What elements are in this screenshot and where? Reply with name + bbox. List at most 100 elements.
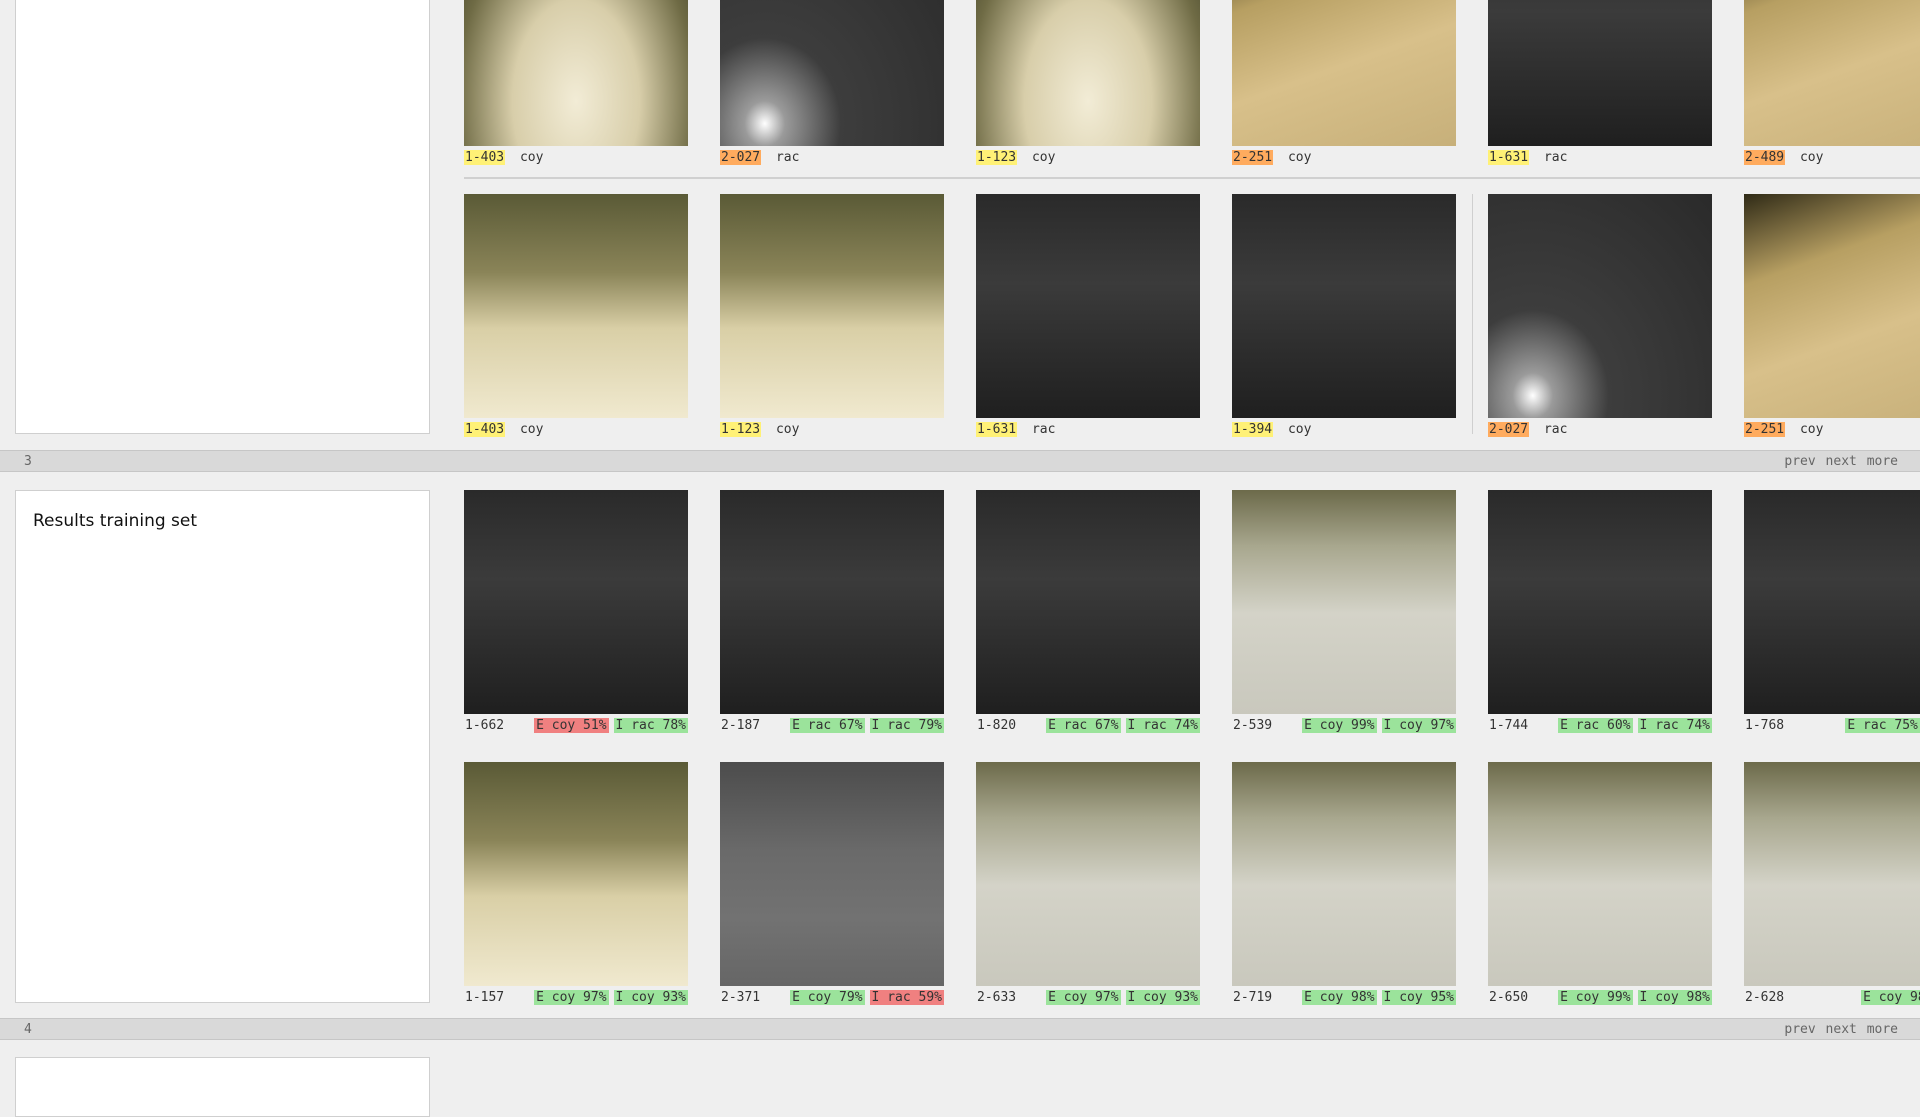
camera-trap-image[interactable]	[1232, 194, 1456, 418]
species-label: coy	[1280, 422, 1312, 437]
tile-caption: 1-403 coy	[464, 150, 688, 166]
prediction-tags: E rac 67% I rac 79%	[785, 718, 944, 734]
panel-results-training: Results training set	[15, 490, 430, 1003]
camera-trap-image[interactable]	[976, 0, 1200, 146]
camera-trap-image[interactable]	[976, 762, 1200, 986]
prediction-i-badge: I rac 79%	[869, 718, 944, 733]
result-tile[interactable]: 1-631 rac	[976, 194, 1200, 437]
tile-caption: 2-027 rac	[720, 150, 944, 166]
sample-id: 2-251	[1232, 150, 1274, 165]
camera-trap-image[interactable]	[720, 194, 944, 418]
page-number: 3	[24, 454, 32, 469]
result-tile[interactable]: 1-744 E rac 60% I rac 74%	[1488, 490, 1712, 733]
prediction-tags: E coy 99% I coy 97%	[1297, 718, 1456, 734]
camera-trap-image[interactable]	[1744, 194, 1920, 418]
result-tile[interactable]: 2-489 coy	[1744, 0, 1920, 165]
camera-trap-image[interactable]	[464, 762, 688, 986]
result-tile[interactable]: 1-403 coy	[464, 0, 688, 165]
result-tile[interactable]: 1-820 E rac 67% I rac 74%	[976, 490, 1200, 733]
camera-trap-image[interactable]	[1232, 490, 1456, 714]
prediction-i-badge: I rac 78%	[613, 718, 688, 733]
result-tile[interactable]: 2-027 rac	[720, 0, 944, 165]
panel-title: Results training set	[33, 511, 198, 531]
prev-link[interactable]: prev	[1784, 454, 1815, 469]
camera-trap-image[interactable]	[1488, 762, 1712, 986]
result-tile[interactable]: 2-251 coy	[1232, 0, 1456, 165]
result-tile[interactable]: 2-633 E coy 97% I coy 93%	[976, 762, 1200, 1005]
sample-id: 2-650	[1489, 990, 1529, 1005]
tile-caption: 1-403 coy	[464, 422, 688, 438]
sample-id: 2-371	[721, 990, 761, 1005]
species-label: coy	[512, 422, 544, 437]
result-tile[interactable]: 2-628 E coy 98%I c	[1744, 762, 1920, 1005]
result-tile[interactable]: 2-719 E coy 98% I coy 95%	[1232, 762, 1456, 1005]
next-link[interactable]: next	[1826, 1022, 1857, 1037]
tile-caption: 2-251 coy	[1232, 150, 1456, 166]
next-link[interactable]: next	[1826, 454, 1857, 469]
result-tile[interactable]: 1-768 E rac 75%I rac	[1744, 490, 1920, 733]
sample-id: 1-403	[464, 150, 506, 165]
prediction-e-badge: E coy 98%	[1302, 990, 1377, 1005]
camera-trap-image[interactable]	[1488, 490, 1712, 714]
camera-trap-image[interactable]	[1744, 0, 1920, 146]
result-tile[interactable]: 1-123 coy	[976, 0, 1200, 165]
result-tile[interactable]: 1-394 coy	[1232, 194, 1456, 437]
panel-section-3	[15, 0, 430, 434]
result-tile[interactable]: 2-539 E coy 99% I coy 97%	[1232, 490, 1456, 733]
species-label: coy	[512, 150, 544, 165]
camera-trap-image[interactable]	[1744, 490, 1920, 714]
species-label: rac	[1536, 150, 1568, 165]
result-tile[interactable]: 2-251 coy	[1744, 194, 1920, 437]
camera-trap-image[interactable]	[1232, 762, 1456, 986]
result-tile[interactable]: 1-631 rac	[1488, 0, 1712, 165]
page-number: 4	[24, 1022, 32, 1037]
column-divider	[1472, 194, 1473, 434]
prev-link[interactable]: prev	[1784, 1022, 1815, 1037]
prediction-e-badge: E rac 60%	[1558, 718, 1633, 733]
sample-id: 1-768	[1745, 718, 1785, 733]
result-tile[interactable]: 1-157 E coy 97% I coy 93%	[464, 762, 688, 1005]
prediction-tags: E coy 97% I coy 93%	[529, 990, 688, 1006]
result-tile[interactable]: 1-123 coy	[720, 194, 944, 437]
camera-trap-image[interactable]	[1488, 0, 1712, 146]
camera-trap-image[interactable]	[976, 194, 1200, 418]
prediction-e-badge: E rac 67%	[790, 718, 865, 733]
tile-caption: 2-628 E coy 98%I c	[1744, 990, 1920, 1006]
tile-caption: 1-157 E coy 97% I coy 93%	[464, 990, 688, 1006]
camera-trap-image[interactable]	[720, 490, 944, 714]
prediction-e-badge: E coy 51%	[534, 718, 609, 733]
camera-trap-image[interactable]	[464, 490, 688, 714]
prediction-e-badge: E coy 79%	[790, 990, 865, 1005]
result-tile[interactable]: 1-662 E coy 51% I rac 78%	[464, 490, 688, 733]
tile-caption: 1-123 coy	[976, 150, 1200, 166]
tile-caption: 1-123 coy	[720, 422, 944, 438]
species-label: rac	[1536, 422, 1568, 437]
more-link[interactable]: more	[1867, 1022, 1898, 1037]
prediction-e-badge: E rac 67%	[1046, 718, 1121, 733]
tile-caption: 2-251 coy	[1744, 422, 1920, 438]
sample-id: 1-157	[465, 990, 505, 1005]
sample-id: 2-719	[1233, 990, 1273, 1005]
prediction-i-badge: I rac 74%	[1125, 718, 1200, 733]
sample-id: 1-123	[976, 150, 1018, 165]
camera-trap-image[interactable]	[720, 0, 944, 146]
result-tile[interactable]: 1-403 coy	[464, 194, 688, 437]
prediction-tags: E coy 97% I coy 93%	[1041, 990, 1200, 1006]
camera-trap-image[interactable]	[464, 194, 688, 418]
tile-caption: 1-631 rac	[1488, 150, 1712, 166]
result-tile[interactable]: 2-650 E coy 99% I coy 98%	[1488, 762, 1712, 1005]
camera-trap-image[interactable]	[976, 490, 1200, 714]
sample-id: 2-633	[977, 990, 1017, 1005]
result-tile[interactable]: 2-027 rac	[1488, 194, 1712, 437]
camera-trap-image[interactable]	[720, 762, 944, 986]
camera-trap-image[interactable]	[1744, 762, 1920, 986]
sample-id: 1-631	[976, 422, 1018, 437]
camera-trap-image[interactable]	[1232, 0, 1456, 146]
camera-trap-image[interactable]	[464, 0, 688, 146]
prediction-i-badge: I coy 95%	[1381, 990, 1456, 1005]
more-link[interactable]: more	[1867, 454, 1898, 469]
sample-id: 2-489	[1744, 150, 1786, 165]
result-tile[interactable]: 2-371 E coy 79% I rac 59%	[720, 762, 944, 1005]
camera-trap-image[interactable]	[1488, 194, 1712, 418]
result-tile[interactable]: 2-187 E rac 67% I rac 79%	[720, 490, 944, 733]
